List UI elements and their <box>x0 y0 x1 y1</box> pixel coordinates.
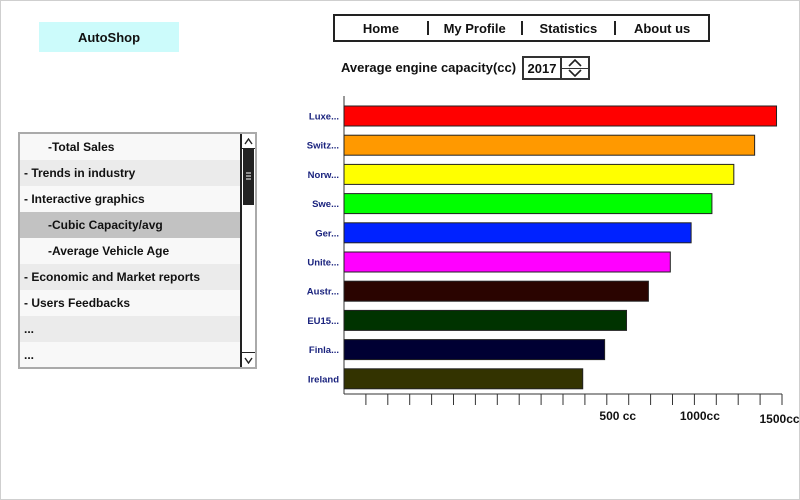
bar-1 <box>343 134 756 156</box>
bar-3 <box>343 193 713 215</box>
bar-4 <box>343 222 692 244</box>
bar-2 <box>343 163 735 185</box>
category-label: Unite... <box>307 258 339 269</box>
category-label: Austr... <box>307 287 339 298</box>
x-tick-label: 1000cc <box>680 409 720 423</box>
category-label: Ger... <box>315 228 339 239</box>
category-label: Norw... <box>308 170 339 181</box>
bar-0 <box>343 105 778 127</box>
category-label: Ireland <box>308 374 339 385</box>
category-label: Switz... <box>307 141 339 152</box>
category-label: Luxe... <box>309 112 339 123</box>
category-label: Swe... <box>312 199 339 210</box>
x-tick-label: 1500cc <box>760 412 800 426</box>
bar-7 <box>343 309 628 331</box>
x-tick-label: 500 cc <box>599 409 636 423</box>
bar-8 <box>343 339 606 361</box>
bar-6 <box>343 280 649 302</box>
category-label: EU15... <box>307 316 339 327</box>
bar-9 <box>343 368 584 390</box>
category-label: Finla... <box>309 345 339 356</box>
engine-capacity-bar-chart: Luxe... Switz... Norw... Swe... Ger... Unite.… <box>307 96 800 426</box>
bar-5 <box>343 251 671 273</box>
